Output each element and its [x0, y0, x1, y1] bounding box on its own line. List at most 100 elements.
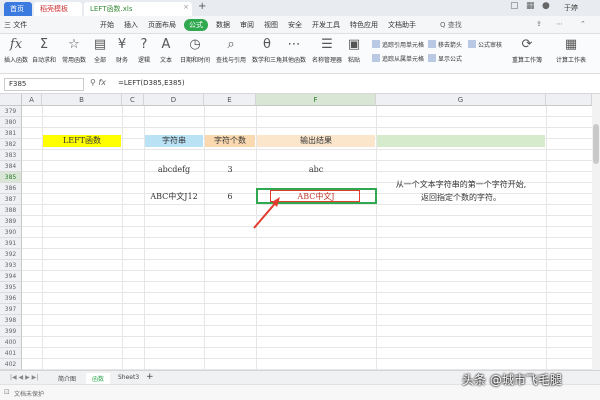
row-header[interactable]: 386: [0, 183, 22, 194]
math-button[interactable]: θ 数学和三角: [252, 37, 282, 64]
row-header[interactable]: 388: [0, 205, 22, 216]
cell-d383[interactable]: abcdefg: [145, 164, 203, 176]
sheet-nav-icon[interactable]: |◀ ◀ ▶ ▶|: [4, 373, 44, 382]
row-header[interactable]: 384: [0, 161, 22, 172]
calc-sheet-button[interactable]: ▦ 计算工作表: [556, 37, 586, 64]
share-icon[interactable]: ⇪: [536, 20, 542, 28]
formula-audit-button[interactable]: 公式审核: [468, 40, 502, 49]
row-header[interactable]: 390: [0, 227, 22, 238]
row-header[interactable]: 379: [0, 106, 22, 117]
menu-data[interactable]: 数据: [216, 20, 230, 30]
row-header[interactable]: 392: [0, 249, 22, 260]
menu-insert[interactable]: 插入: [124, 20, 138, 30]
row-header[interactable]: 402: [0, 359, 22, 370]
row-header[interactable]: 394: [0, 271, 22, 282]
tab-document[interactable]: LEFT函数.xls ×: [84, 2, 192, 16]
row-header[interactable]: 400: [0, 337, 22, 348]
row-header[interactable]: 395: [0, 282, 22, 293]
column-header-blank[interactable]: [546, 94, 592, 106]
menu-doc-helper[interactable]: 文档助手: [388, 20, 416, 30]
other-functions-button[interactable]: ⋯ 其他函数: [282, 37, 306, 64]
insert-function-button[interactable]: fx 插入函数: [4, 37, 28, 64]
more-icon[interactable]: ⋯: [556, 20, 563, 28]
row-header[interactable]: 382: [0, 139, 22, 150]
row-header[interactable]: 401: [0, 348, 22, 359]
menu-start[interactable]: 开始: [100, 20, 114, 30]
row-header[interactable]: 399: [0, 326, 22, 337]
close-tab-icon[interactable]: ×: [183, 3, 189, 11]
menu-security[interactable]: 安全: [288, 20, 302, 30]
column-header-b[interactable]: B: [42, 94, 122, 106]
column-header-e[interactable]: E: [204, 94, 256, 106]
name-box[interactable]: F385: [4, 78, 84, 91]
scrollbar-thumb[interactable]: [593, 124, 599, 164]
window-grid-icon[interactable]: ▦: [526, 1, 535, 11]
fx-small-icon[interactable]: fx: [98, 78, 106, 87]
paste-button[interactable]: ▣ 粘贴: [346, 37, 362, 64]
datetime-button[interactable]: ◷ 日期和时间: [180, 37, 210, 64]
finance-button[interactable]: ¥ 财务: [114, 37, 130, 64]
all-functions-button[interactable]: ▤ 全部: [92, 37, 108, 64]
row-header[interactable]: 381: [0, 128, 22, 139]
cell-f383[interactable]: abc: [257, 164, 375, 176]
row-header[interactable]: 389: [0, 216, 22, 227]
row-header[interactable]: 380: [0, 117, 22, 128]
formula-input[interactable]: =LEFT(D385,E385): [118, 79, 185, 87]
menu-view[interactable]: 视图: [264, 20, 278, 30]
name-manager-button[interactable]: ☰ 名称管理器: [312, 37, 342, 64]
remove-arrows-button[interactable]: 移去箭头: [428, 40, 462, 49]
cell-d385[interactable]: ABC中文J12: [145, 191, 203, 203]
avatar[interactable]: ●: [542, 1, 550, 11]
grid-line: [22, 281, 592, 282]
grid-line: [22, 215, 592, 216]
common-functions-button[interactable]: ☆ 常用函数: [62, 37, 86, 64]
recalc-workbook-button[interactable]: ⟳ 重算工作簿: [512, 37, 542, 64]
column-header-a[interactable]: A: [22, 94, 42, 106]
window-layout-icon[interactable]: ▢: [510, 1, 519, 11]
row-header[interactable]: 391: [0, 238, 22, 249]
collapse-icon[interactable]: ⌃: [580, 20, 586, 28]
cell-e381[interactable]: 字符个数: [205, 135, 255, 147]
lookup-button[interactable]: ⌕ 查找与引用: [216, 37, 246, 64]
row-header[interactable]: 387: [0, 194, 22, 205]
add-sheet-icon[interactable]: +: [140, 371, 160, 383]
column-header-f[interactable]: F: [256, 94, 376, 106]
cell-d381[interactable]: 字符串: [145, 135, 203, 147]
row-header[interactable]: 393: [0, 260, 22, 271]
row-header[interactable]: 396: [0, 293, 22, 304]
menu-file[interactable]: 三 文件: [4, 20, 27, 30]
menu-review[interactable]: 审阅: [240, 20, 254, 30]
column-header-c[interactable]: C: [122, 94, 144, 106]
autosum-button[interactable]: Σ 自动求和: [32, 37, 56, 64]
column-header-d[interactable]: D: [144, 94, 204, 106]
menu-developer[interactable]: 开发工具: [312, 20, 340, 30]
cell-f381[interactable]: 输出结果: [257, 135, 375, 147]
row-header[interactable]: 385: [0, 172, 22, 183]
menu-page-layout[interactable]: 页面布局: [148, 20, 176, 30]
fx-icon: fx: [9, 37, 23, 52]
column-header-g[interactable]: G: [376, 94, 546, 106]
tab-home[interactable]: 首页: [4, 2, 32, 16]
sheet-tab-intro[interactable]: 简介图: [52, 373, 82, 384]
text-button[interactable]: A 文本: [158, 37, 174, 64]
spreadsheet-grid[interactable]: A B C D E F G LEFT函数 字符串 字符个数 输出结果 abcde…: [0, 94, 592, 370]
trace-precedents-button[interactable]: 追踪引用单元格: [372, 40, 424, 49]
menu-special[interactable]: 特色应用: [350, 20, 378, 30]
show-formulas-button[interactable]: 显示公式: [428, 54, 462, 63]
row-header[interactable]: 383: [0, 150, 22, 161]
trace-dependents-button[interactable]: 追踪从属单元格: [372, 54, 424, 63]
star-icon: ☆: [68, 37, 80, 52]
zoom-icon[interactable]: ⚲: [90, 78, 96, 87]
cell-g381[interactable]: [377, 135, 545, 147]
logic-button[interactable]: ? 逻辑: [136, 37, 152, 64]
vertical-scrollbar[interactable]: [592, 94, 600, 370]
cell-e383[interactable]: 3: [205, 164, 255, 176]
search-button[interactable]: Q 查找: [440, 20, 462, 30]
row-header[interactable]: 397: [0, 304, 22, 315]
add-tab-icon[interactable]: +: [198, 1, 206, 12]
tab-template[interactable]: 稻壳模板: [34, 2, 82, 16]
row-header[interactable]: 398: [0, 315, 22, 326]
select-all-corner[interactable]: [0, 94, 22, 106]
cell-b381[interactable]: LEFT函数: [43, 135, 121, 147]
menu-formula[interactable]: 公式: [184, 19, 208, 31]
